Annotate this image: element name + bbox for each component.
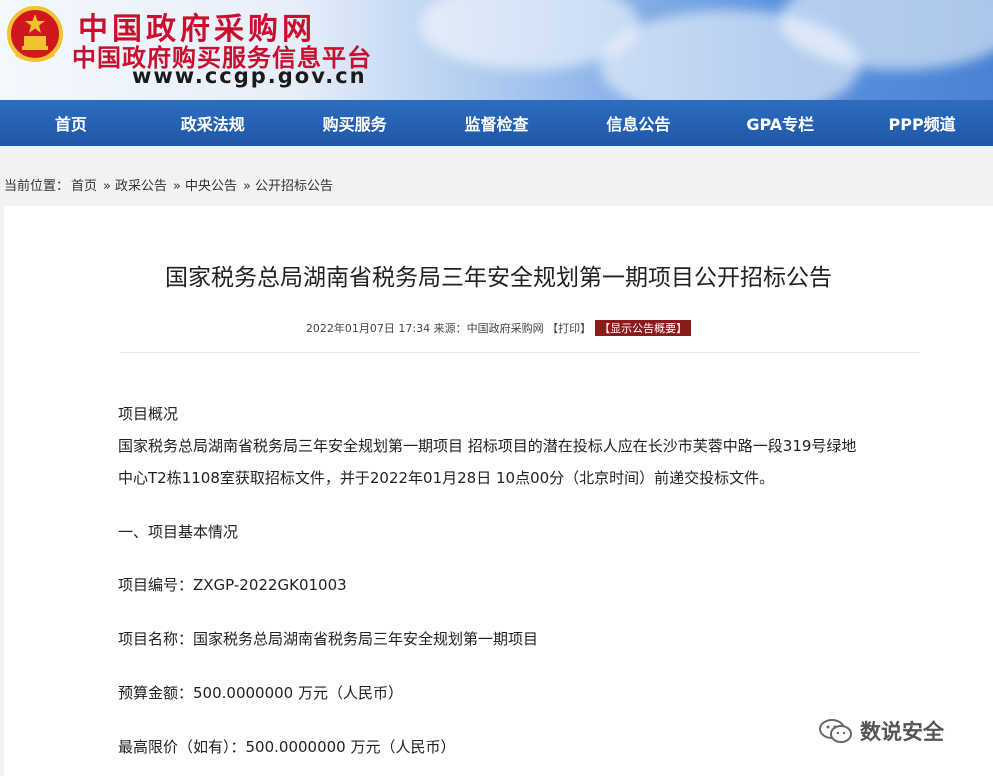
breadcrumb-home[interactable]: 首页 <box>71 179 97 194</box>
article-panel: 国家税务总局湖南省税务局三年安全规划第一期项目公开招标公告 2022年01月07… <box>4 206 993 776</box>
national-emblem-icon[interactable] <box>6 4 64 66</box>
article-datetime: 2022年01月07日 17:34 <box>305 322 431 335</box>
budget-amount: 预算金额：500.0000000 万元（人民币） <box>118 684 403 702</box>
overview-line-1: 国家税务总局湖南省税务局三年安全规划第一期项目 招标项目的潜在投标人应在长沙市芙… <box>118 437 857 455</box>
breadcrumb-separator: » <box>103 179 111 194</box>
project-name: 项目名称：国家税务总局湖南省税务局三年安全规划第一期项目 <box>118 630 539 648</box>
breadcrumb-gov-announcements[interactable]: 政采公告 <box>115 179 167 194</box>
nav-item-purchase-services[interactable]: 购买服务 <box>284 111 426 135</box>
max-price: 最高限价（如有）：500.0000000 万元（人民币） <box>118 738 456 756</box>
print-link[interactable]: 【打印】 <box>547 322 591 335</box>
site-header: 中国政府采购网 中国政府购买服务信息平台 www.ccgp.gov.cn <box>0 0 993 100</box>
nav-item-ppp[interactable]: PPP频道 <box>851 111 993 135</box>
main-nav: 首页 政采法规 购买服务 监督检查 信息公告 GPA专栏 PPP频道 <box>0 100 993 146</box>
breadcrumb-separator: » <box>243 179 251 194</box>
breadcrumb-central-announcements[interactable]: 中央公告 <box>185 179 237 194</box>
article-title: 国家税务总局湖南省税务局三年安全规划第一期项目公开招标公告 <box>165 265 832 291</box>
nav-item-regulations[interactable]: 政采法规 <box>142 111 284 135</box>
site-url[interactable]: www.ccgp.gov.cn <box>132 64 367 88</box>
nav-item-announcements[interactable]: 信息公告 <box>567 111 709 135</box>
breadcrumb: 当前位置： 首页 » 政采公告 » 中央公告 » 公开招标公告 <box>4 175 335 194</box>
show-summary-button[interactable]: 【显示公告概要】 <box>595 320 692 336</box>
breadcrumb-open-tender[interactable]: 公开招标公告 <box>255 179 333 194</box>
overview-line-2: 中心T2栋1108室获取招标文件，并于2022年01月28日 10点00分（北京… <box>118 469 775 487</box>
watermark: 数说安全 <box>818 716 944 746</box>
nav-item-gpa[interactable]: GPA专栏 <box>709 111 851 135</box>
section-basic-heading: 一、项目基本情况 <box>118 523 239 541</box>
nav-item-supervision[interactable]: 监督检查 <box>426 111 568 135</box>
article-meta: 2022年01月07日 17:34 来源：中国政府采购网 【打印】 【显示公告概要… <box>4 320 993 336</box>
section-overview-heading: 项目概况 <box>118 405 179 423</box>
wechat-icon <box>819 719 852 743</box>
watermark-text: 数说安全 <box>860 720 944 744</box>
breadcrumb-prefix: 当前位置： <box>4 179 70 194</box>
title-divider <box>120 352 920 353</box>
nav-item-home[interactable]: 首页 <box>0 111 142 135</box>
breadcrumb-separator: » <box>173 179 181 194</box>
project-number: 项目编号：ZXGP-2022GK01003 <box>118 576 347 594</box>
article-source: 来源：中国政府采购网 <box>433 322 544 335</box>
